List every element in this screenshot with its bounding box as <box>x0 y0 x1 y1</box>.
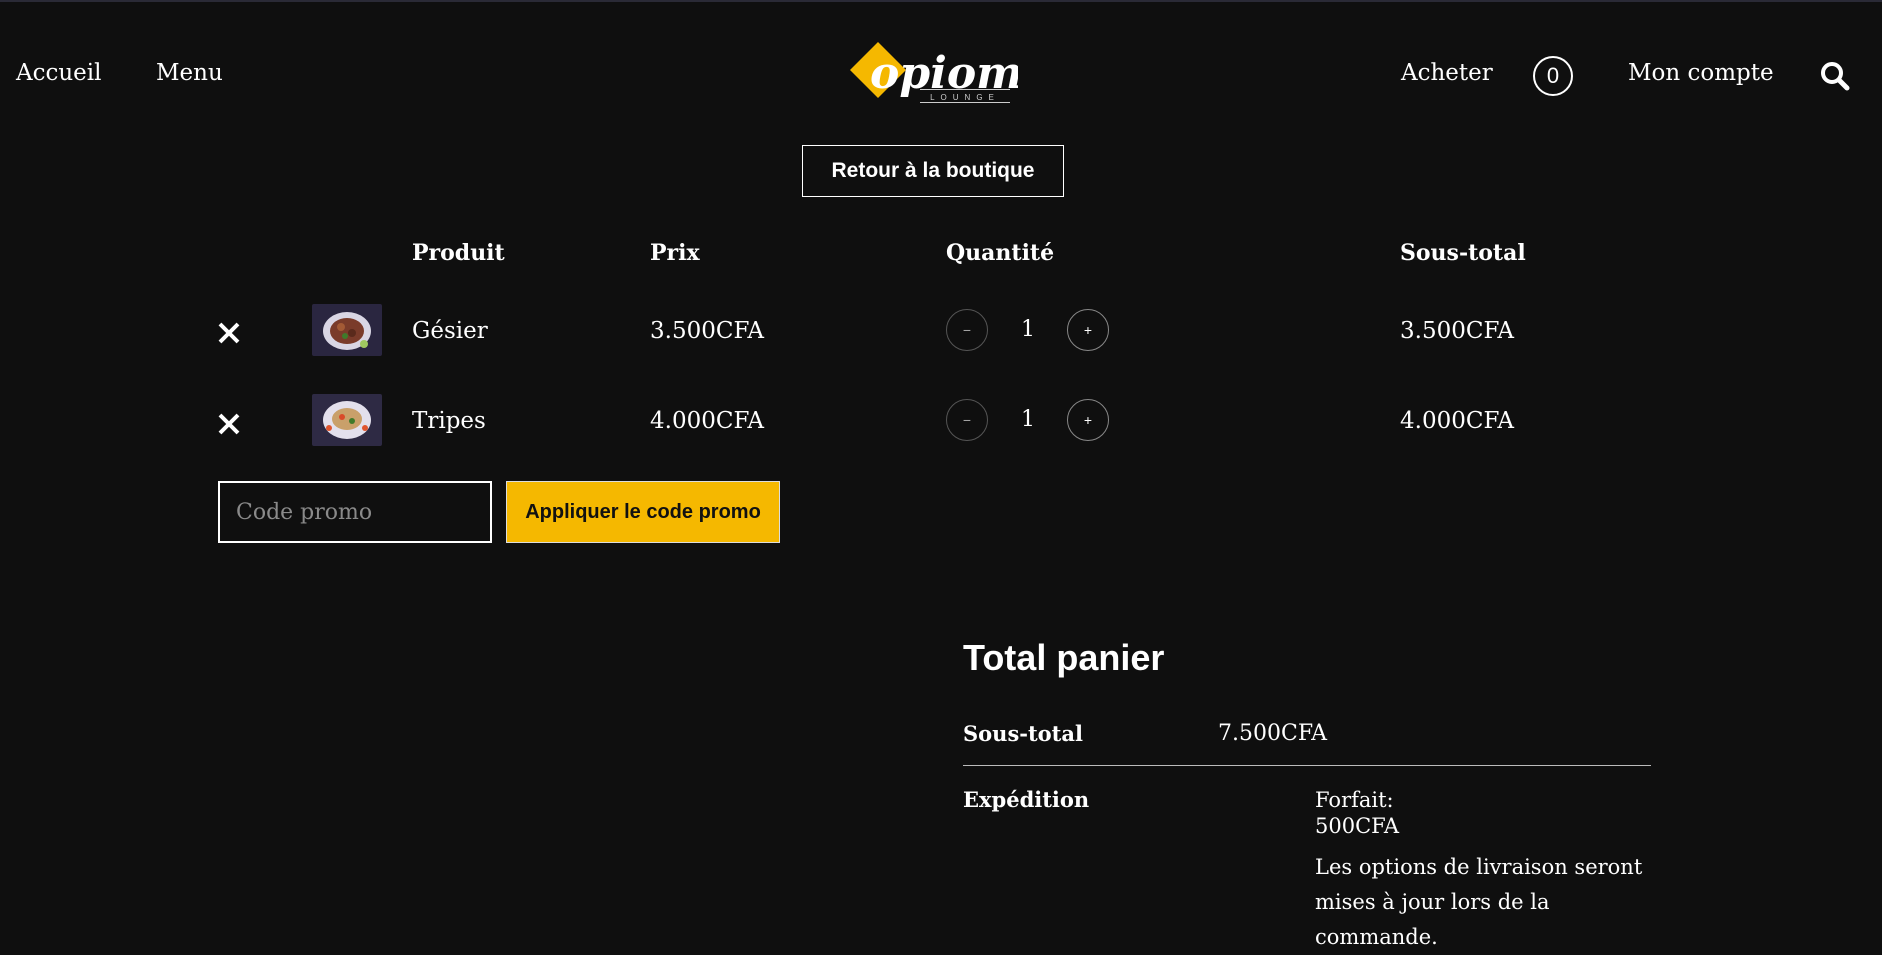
shipping-value: 500CFA <box>1315 814 1400 838</box>
quantity-increment-button[interactable]: + <box>1067 309 1109 351</box>
apply-promo-button[interactable]: Appliquer le code promo <box>506 481 780 543</box>
quantity-decrement-button[interactable]: − <box>946 399 988 441</box>
col-header-price: Prix <box>650 240 700 266</box>
logo-text: opiom <box>870 48 1018 99</box>
shipping-note: Les options de livraison seront mises à … <box>1315 855 1643 949</box>
col-header-product: Produit <box>412 240 505 266</box>
product-thumbnail-tripes[interactable] <box>312 394 382 446</box>
logo-sub: LOUNGE <box>930 93 1000 102</box>
product-name[interactable]: Tripes <box>412 408 486 434</box>
search-icon[interactable] <box>1820 61 1850 91</box>
back-to-shop-button[interactable]: Retour à la boutique <box>802 145 1064 197</box>
product-price: 4.000CFA <box>650 408 765 434</box>
cart-totals-title: Total panier <box>963 637 1165 678</box>
product-subtotal: 3.500CFA <box>1400 318 1515 344</box>
nav-menu[interactable]: Menu <box>156 60 223 86</box>
product-name[interactable]: Gésier <box>412 318 488 344</box>
nav-mon-compte[interactable]: Mon compte <box>1628 60 1774 86</box>
product-subtotal: 4.000CFA <box>1400 408 1515 434</box>
promo-code-input[interactable] <box>218 481 492 543</box>
close-icon[interactable] <box>216 320 242 346</box>
quantity-increment-button[interactable]: + <box>1067 399 1109 441</box>
product-price: 3.500CFA <box>650 318 765 344</box>
col-header-subtotal: Sous-total <box>1400 240 1526 266</box>
logo[interactable]: opiom LOUNGE <box>848 30 1023 120</box>
top-border <box>0 0 1882 2</box>
divider <box>963 765 1651 766</box>
quantity-value[interactable]: 1 <box>1008 407 1048 432</box>
quantity-decrement-button[interactable]: − <box>946 309 988 351</box>
close-icon[interactable] <box>216 411 242 437</box>
nav-acheter[interactable]: Acheter <box>1401 60 1493 86</box>
subtotal-value: 7.500CFA <box>1218 721 1328 746</box>
logo-mark: opiom LOUNGE <box>850 42 1023 103</box>
subtotal-label: Sous-total <box>963 721 1083 746</box>
quantity-value[interactable]: 1 <box>1008 317 1048 342</box>
nav-accueil[interactable]: Accueil <box>16 60 102 86</box>
shipping-method: Forfait: <box>1315 788 1394 812</box>
product-thumbnail-gesier[interactable] <box>312 304 382 356</box>
shipping-label: Expédition <box>963 787 1090 812</box>
col-header-quantity: Quantité <box>946 240 1055 266</box>
cart-count-badge[interactable]: 0 <box>1533 56 1573 96</box>
